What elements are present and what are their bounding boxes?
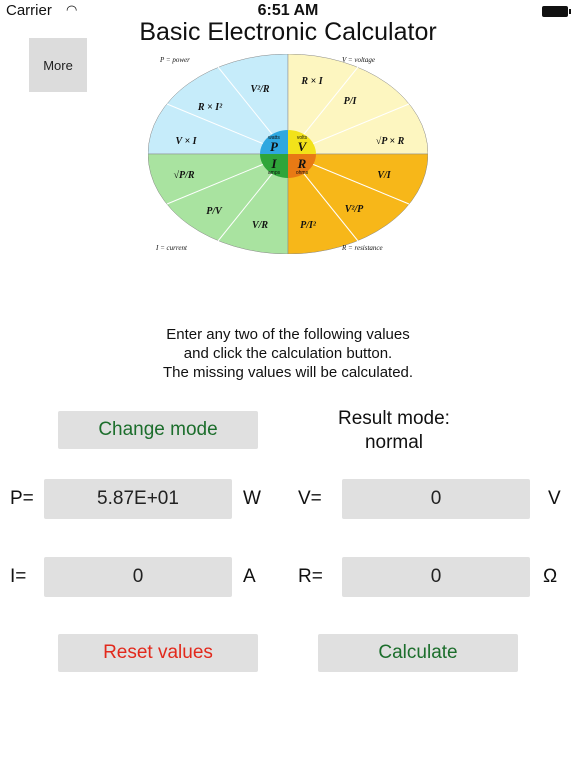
- current-field-label: I=: [10, 566, 27, 587]
- center-i: I: [270, 156, 277, 171]
- voltage-field-label: V=: [298, 488, 322, 509]
- change-mode-button[interactable]: Change mode: [58, 411, 258, 449]
- battery-icon: [542, 6, 571, 17]
- voltage-label: V = voltage: [342, 56, 375, 64]
- power-input[interactable]: 5.87E+01: [44, 479, 232, 519]
- current-input[interactable]: 0: [44, 557, 232, 597]
- formula-v3: √P × R: [376, 136, 405, 147]
- resistance-field-label: R=: [298, 566, 323, 587]
- center-r: R: [297, 156, 307, 171]
- voltage-input[interactable]: 0: [342, 479, 530, 519]
- instruction-line: Enter any two of the following values: [166, 326, 410, 343]
- formula-i3: V/R: [252, 220, 268, 231]
- power-label: P = power: [159, 56, 190, 64]
- power-field-label: P=: [10, 488, 34, 509]
- calculate-button[interactable]: Calculate: [318, 634, 518, 672]
- formula-p1: V²/R: [250, 84, 269, 95]
- ohms-law-wheel: P V I R watts volts amps ohms P = power …: [148, 54, 428, 254]
- voltage-unit: V: [548, 488, 561, 509]
- power-unit: W: [243, 488, 261, 509]
- formula-r2: V²/P: [345, 204, 364, 215]
- result-mode-label: Result mode:: [338, 408, 450, 429]
- current-label: I = current: [155, 244, 188, 252]
- formula-p2: R × I²: [197, 102, 223, 113]
- formula-v1: R × I: [300, 76, 323, 87]
- more-button[interactable]: More: [29, 38, 87, 92]
- formula-r1: P/I²: [300, 220, 317, 231]
- current-unit: A: [243, 566, 256, 587]
- formula-r3: V/I: [377, 170, 391, 181]
- center-i-unit: amps: [268, 170, 281, 176]
- instructions: Enter any two of the following values an…: [0, 325, 576, 382]
- instruction-line: and click the calculation button.: [183, 345, 393, 362]
- reset-values-button[interactable]: Reset values: [58, 634, 258, 672]
- formula-v2: P/I: [344, 96, 358, 107]
- center-p: P: [270, 139, 279, 154]
- result-mode-value: normal: [364, 432, 424, 453]
- resistance-unit: Ω: [543, 566, 558, 587]
- resistance-label: R = resistance: [341, 244, 383, 252]
- center-v-unit: volts: [297, 135, 308, 141]
- instruction-line: The missing values will be calculated.: [162, 364, 414, 381]
- center-v: V: [298, 139, 308, 154]
- center-r-unit: ohms: [296, 170, 309, 176]
- formula-p3: V × I: [175, 136, 197, 147]
- center-p-unit: watts: [268, 135, 280, 141]
- formula-i2: P/V: [206, 206, 223, 217]
- resistance-input[interactable]: 0: [342, 557, 530, 597]
- result-mode: Result mode: normal: [294, 407, 494, 455]
- formula-i1: √P/R: [173, 170, 194, 181]
